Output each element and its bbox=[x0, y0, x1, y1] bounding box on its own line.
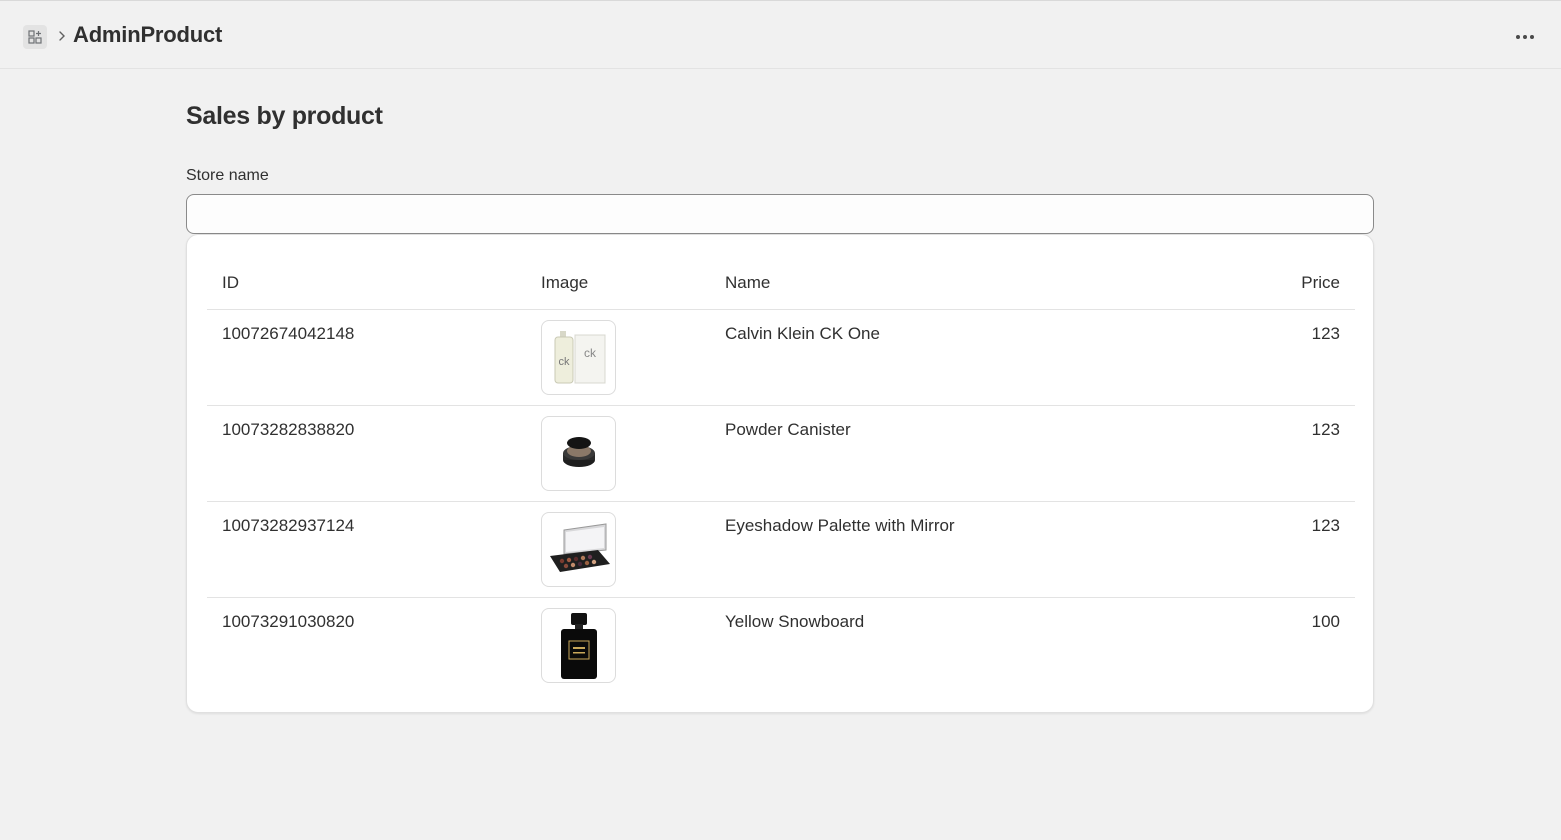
ck-one-perfume-image: ck ck bbox=[541, 320, 616, 395]
top-bar: AdminProduct bbox=[0, 0, 1561, 69]
product-id: 10072674042148 bbox=[222, 324, 355, 343]
products-table-card: ID Image Name Price 10072674042148 ck ck… bbox=[186, 234, 1374, 713]
product-name: Yellow Snowboard bbox=[725, 612, 865, 631]
svg-text:ck: ck bbox=[558, 356, 570, 368]
table-row[interactable]: 10073282838820 Powder Canister 123 bbox=[207, 406, 1355, 502]
column-header-name: Name bbox=[725, 273, 771, 292]
svg-text:ck: ck bbox=[584, 346, 597, 360]
app-title[interactable]: AdminProduct bbox=[73, 22, 222, 48]
products-table: ID Image Name Price 10072674042148 ck ck… bbox=[207, 259, 1355, 694]
product-price: 123 bbox=[1311, 324, 1340, 343]
table-row[interactable]: 10073282937124 Eyeshadow Palette with Mi… bbox=[207, 502, 1355, 598]
apps-grid-icon[interactable] bbox=[23, 25, 47, 49]
product-name: Calvin Klein CK One bbox=[725, 324, 880, 343]
page-title: Sales by product bbox=[186, 102, 383, 130]
table-row[interactable]: 10072674042148 ck ck Calvin Klein CK One… bbox=[207, 310, 1355, 406]
product-id: 10073282838820 bbox=[222, 420, 355, 439]
column-header-price: Price bbox=[1301, 273, 1340, 292]
black-perfume-bottle-image bbox=[541, 608, 616, 683]
table-row[interactable]: 10073291030820 Yellow Snowboard 100 bbox=[207, 598, 1355, 694]
powder-canister-image bbox=[541, 416, 616, 491]
store-name-label: Store name bbox=[186, 167, 269, 184]
table-header: ID Image Name Price bbox=[207, 259, 1355, 310]
product-price: 123 bbox=[1311, 420, 1340, 439]
eyeshadow-palette-image bbox=[541, 512, 616, 587]
more-actions-button[interactable] bbox=[1508, 23, 1542, 51]
more-horizontal-icon bbox=[1516, 35, 1534, 39]
store-name-input[interactable] bbox=[186, 194, 1374, 234]
product-name: Powder Canister bbox=[725, 420, 851, 439]
product-id: 10073282937124 bbox=[222, 516, 355, 535]
product-price: 100 bbox=[1311, 612, 1340, 631]
column-header-id: ID bbox=[222, 273, 239, 292]
column-header-image: Image bbox=[541, 273, 589, 292]
product-name: Eyeshadow Palette with Mirror bbox=[725, 516, 955, 535]
product-id: 10073291030820 bbox=[222, 612, 355, 631]
product-price: 123 bbox=[1311, 516, 1340, 535]
chevron-right-icon bbox=[57, 27, 67, 45]
